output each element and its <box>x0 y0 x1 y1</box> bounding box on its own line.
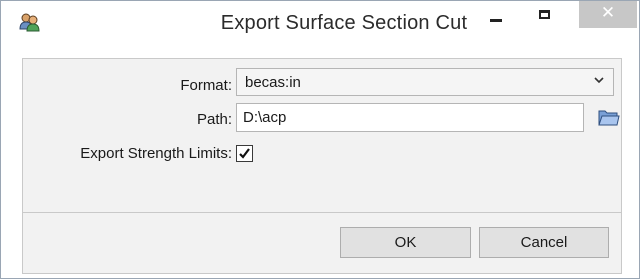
checkmark-icon <box>239 148 250 159</box>
path-input-value: D:\acp <box>243 109 287 126</box>
maximize-button[interactable] <box>521 1 567 31</box>
maximize-icon <box>538 9 550 19</box>
export-surface-section-cut-dialog: Export Surface Section Cut ✕ Format: bec… <box>0 0 640 279</box>
minimize-icon <box>490 18 502 22</box>
export-strength-limits-checkbox[interactable] <box>236 145 253 162</box>
export-strength-limits-label: Export Strength Limits: <box>80 145 232 162</box>
form-panel: Format: becas:in Path: D:\acp Export Str… <box>22 58 622 213</box>
minimize-button[interactable] <box>473 1 519 31</box>
ok-button[interactable]: OK <box>340 227 471 258</box>
format-select-value: becas:in <box>245 74 301 91</box>
folder-open-icon[interactable] <box>598 108 620 127</box>
format-label: Format: <box>180 77 232 94</box>
cancel-button[interactable]: Cancel <box>479 227 609 258</box>
path-label: Path: <box>196 111 232 128</box>
title-bar[interactable]: Export Surface Section Cut ✕ <box>1 1 639 44</box>
close-button[interactable]: ✕ <box>579 1 637 28</box>
path-input[interactable]: D:\acp <box>236 103 584 132</box>
chevron-down-icon <box>591 72 607 88</box>
format-select[interactable]: becas:in <box>236 68 614 96</box>
close-icon: ✕ <box>600 3 616 23</box>
